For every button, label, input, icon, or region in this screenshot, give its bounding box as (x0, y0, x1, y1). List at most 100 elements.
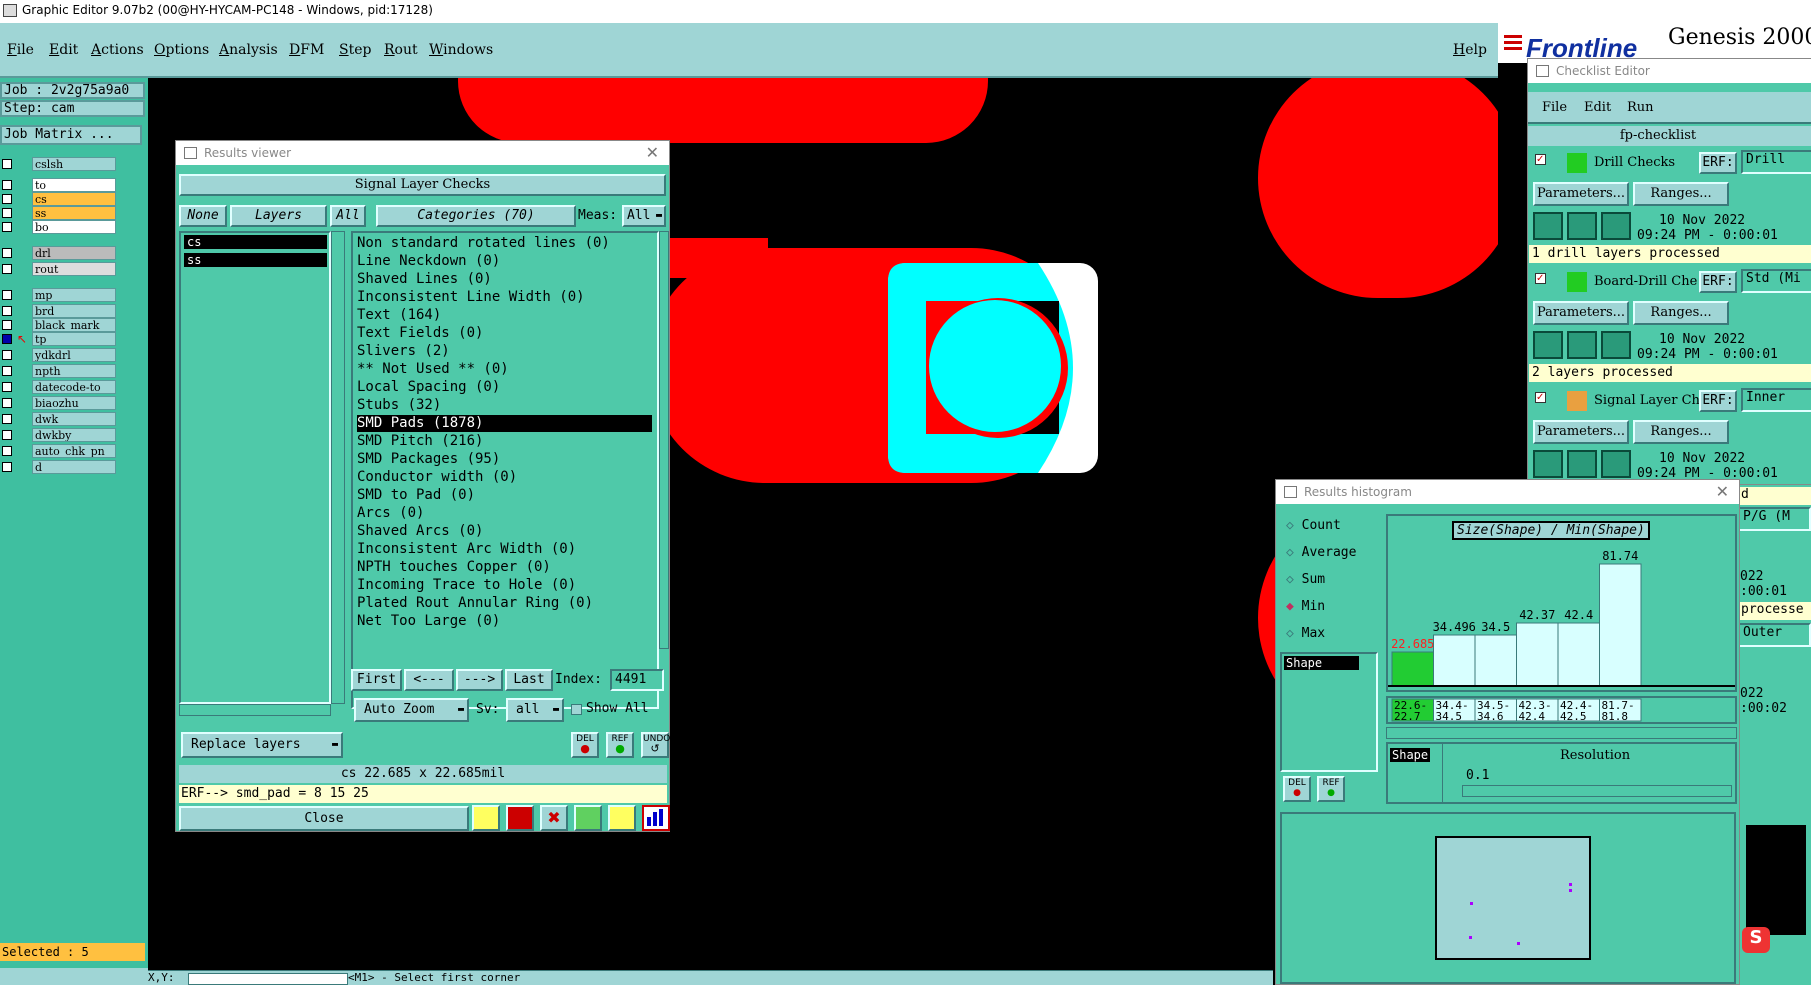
layer-name[interactable]: datecode-to (32, 380, 116, 394)
menu-help[interactable]: Help (1453, 42, 1487, 58)
layer-checkbox[interactable] (2, 194, 12, 204)
no-erf-icon[interactable]: ✖ (540, 805, 568, 831)
layer-checkbox[interactable] (2, 222, 12, 232)
category-item[interactable]: NPTH touches Copper (0) (357, 559, 551, 576)
category-item[interactable]: Non standard rotated lines (0) (357, 235, 610, 252)
layer-checkbox[interactable] (2, 248, 12, 258)
category-item[interactable]: SMD Packages (95) (357, 451, 500, 468)
category-item[interactable]: SMD Pitch (216) (357, 433, 483, 450)
parameters-button[interactable]: Parameters... (1533, 420, 1629, 444)
run-icon[interactable] (1533, 212, 1563, 240)
category-item[interactable]: Inconsistent Line Width (0) (357, 289, 585, 306)
auto-zoom-dropdown[interactable]: Auto Zoom ▬ (354, 698, 469, 722)
category-item[interactable]: Conductor width (0) (357, 469, 517, 486)
menu-edit[interactable]: Edit (49, 42, 78, 58)
layer-name[interactable]: npth (32, 364, 116, 378)
notes-icon[interactable] (608, 805, 636, 831)
category-item[interactable]: Stubs (32) (357, 397, 441, 414)
histogram-bar[interactable] (1433, 634, 1476, 687)
category-item[interactable]: Shaved Lines (0) (357, 271, 492, 288)
layer-name[interactable]: ss (32, 206, 116, 220)
category-item[interactable]: Text (164) (357, 307, 441, 324)
sv-dropdown[interactable]: all ▬ (506, 698, 564, 722)
layer-result-list[interactable]: cs ss (179, 231, 331, 704)
index-input[interactable]: 4491 (610, 669, 664, 691)
histogram-hscrollbar[interactable] (1386, 727, 1737, 739)
first-button[interactable]: First (351, 669, 402, 691)
del-icon[interactable]: DEL ● (571, 732, 599, 758)
option-min[interactable]: ◆ Min (1286, 599, 1325, 614)
layer-row[interactable]: rout (0, 262, 118, 276)
check-name[interactable]: Signal Layer Ch (1594, 393, 1699, 408)
category-item[interactable]: Slivers (2) (357, 343, 450, 360)
category-item[interactable]: Line Neckdown (0) (357, 253, 500, 270)
check-name[interactable]: Board-Drill Che (1594, 274, 1699, 289)
layer-row[interactable]: dwk (0, 412, 118, 426)
histogram-bar[interactable] (1391, 651, 1434, 687)
close-icon[interactable]: ✕ (1716, 482, 1729, 501)
run-icon[interactable] (1567, 212, 1597, 240)
xy-input[interactable] (188, 973, 348, 985)
ref-icon[interactable]: REF ● (1317, 776, 1345, 802)
layer-name[interactable]: rout (32, 262, 116, 276)
close-icon[interactable]: ✕ (646, 143, 659, 162)
layer-list-scrollbar[interactable] (331, 231, 345, 704)
layer-name[interactable]: cs (32, 192, 116, 206)
layer-result-item[interactable]: cs (184, 235, 327, 249)
layer-name[interactable]: mp (32, 288, 116, 302)
layer-name[interactable]: drl (32, 246, 116, 260)
layer-checkbox[interactable] (2, 462, 12, 472)
menu-actions[interactable]: Actions (91, 42, 144, 58)
last-button[interactable]: Last (505, 669, 553, 691)
layer-checkbox[interactable] (2, 306, 12, 316)
run-icon[interactable] (1601, 212, 1631, 240)
menu-windows[interactable]: Windows (429, 42, 493, 58)
layer-name[interactable]: bo (32, 220, 116, 234)
histogram-bar[interactable] (1557, 622, 1600, 687)
layer-name[interactable]: dwk (32, 412, 116, 426)
layer-row[interactable]: auto_chk_pn (0, 444, 118, 458)
run-icon[interactable] (1533, 450, 1563, 478)
menu-analysis[interactable]: Analysis (219, 42, 278, 58)
shape-list[interactable]: Shape (1280, 652, 1378, 772)
categories-list[interactable]: Non standard rotated lines (0) Line Neck… (351, 231, 659, 709)
category-item[interactable]: Incoming Trace to Hole (0) (357, 577, 576, 594)
undo-icon[interactable]: UNDO ↺ (641, 732, 670, 758)
run-icon[interactable] (1567, 450, 1597, 478)
layer-row[interactable]: cslsh (0, 157, 118, 171)
layer-row[interactable]: ↖ tp (0, 332, 118, 346)
layer-checkbox[interactable] (2, 350, 12, 360)
layers-tab[interactable]: Layers (230, 205, 327, 227)
layer-row[interactable]: npth (0, 364, 118, 378)
menu-dfm[interactable]: DFM (289, 42, 324, 58)
run-icon[interactable] (1601, 450, 1631, 478)
ranges-button[interactable]: Ranges... (1633, 182, 1729, 206)
erf-button[interactable]: ERF: (1699, 271, 1737, 293)
layer-row[interactable]: to (0, 178, 118, 192)
next-button[interactable]: ---> (456, 669, 503, 691)
checklist-menu-edit[interactable]: Edit (1584, 100, 1611, 115)
ranges-button[interactable]: Ranges... (1633, 301, 1729, 325)
category-item-selected[interactable]: SMD Pads (1878) (357, 415, 652, 432)
erf-value[interactable]: Inner (1741, 388, 1811, 412)
layers-none-button[interactable]: None (179, 205, 227, 227)
layer-row[interactable]: ydkdrl (0, 348, 118, 362)
layer-row[interactable]: ss (0, 206, 118, 220)
erf-value[interactable]: Drill (1741, 150, 1811, 174)
menu-file[interactable]: File (7, 42, 34, 58)
ime-icon[interactable]: S (1742, 927, 1770, 953)
ranges-button[interactable]: Ranges... (1633, 420, 1729, 444)
erf-value[interactable]: Std (Mi (1741, 269, 1811, 293)
parameters-button[interactable]: Parameters... (1533, 301, 1629, 325)
layer-checkbox[interactable] (2, 382, 12, 392)
option-average[interactable]: ◇ Average (1286, 545, 1356, 560)
category-item[interactable]: Text Fields (0) (357, 325, 483, 342)
category-item[interactable]: Net Too Large (0) (357, 613, 500, 630)
layer-row[interactable]: biaozhu (0, 396, 118, 410)
checklist-menu-file[interactable]: File (1542, 100, 1567, 115)
menu-rout[interactable]: Rout (384, 42, 418, 58)
menu-step[interactable]: Step (339, 42, 371, 58)
option-count[interactable]: ◇ Count (1286, 518, 1341, 533)
layer-name[interactable]: to (32, 178, 116, 192)
layer-name[interactable]: dwkby (32, 428, 116, 442)
